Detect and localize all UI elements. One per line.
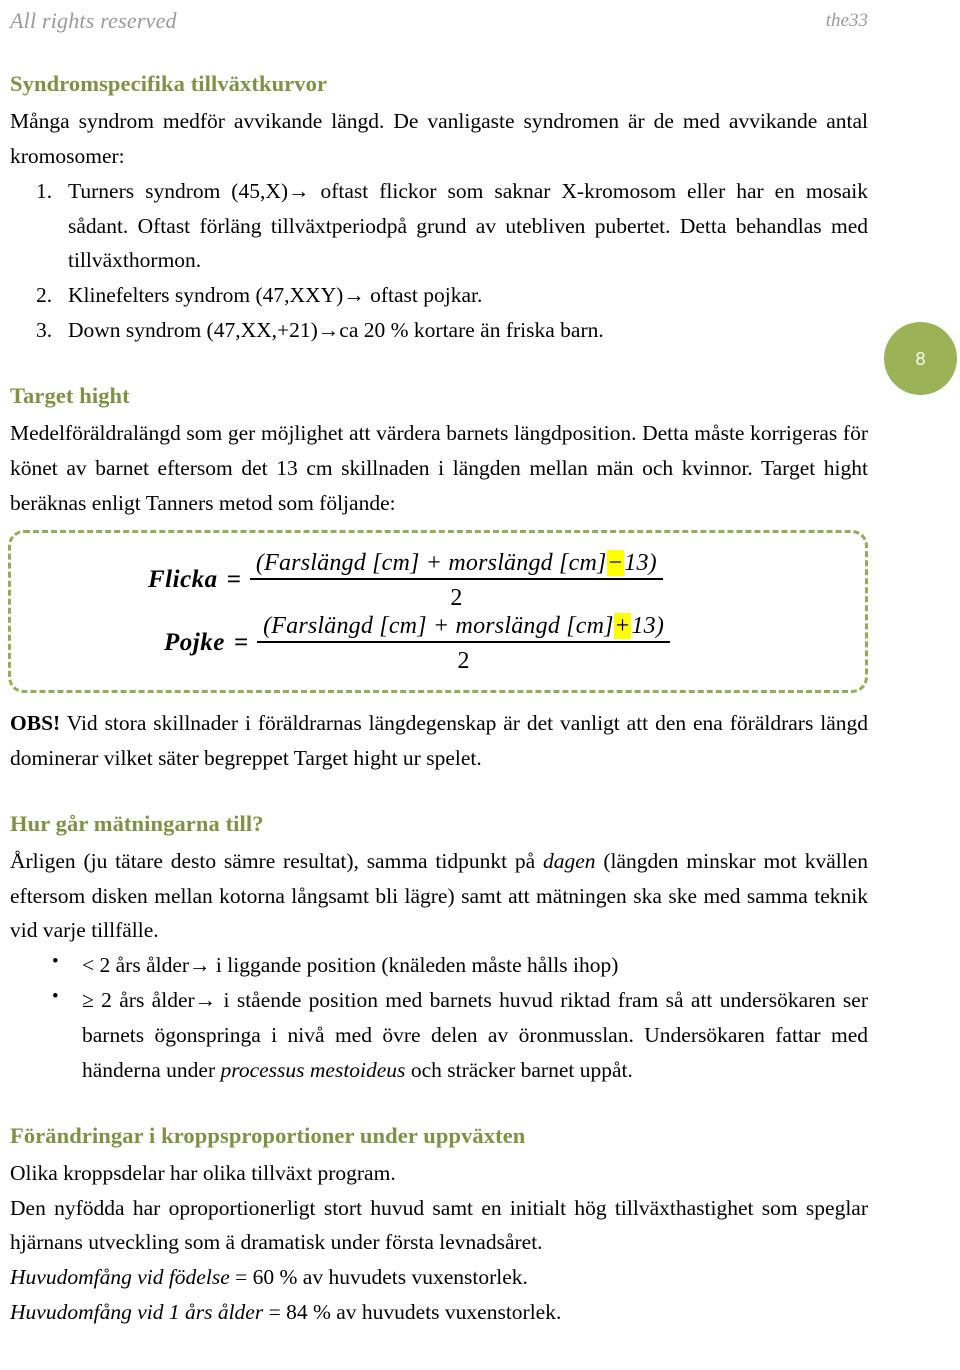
fact-birth-label: Huvudomfång vid födelse xyxy=(10,1265,230,1290)
list-item: Klinefelters syndrom (47,XXY)→ oftast po… xyxy=(36,278,483,313)
document-content: Syndromspecifika tillväxtkurvor Många sy… xyxy=(10,70,868,521)
formula-fraction-girl: (Farslängd [cm] + morslängd [cm]−13) 2 xyxy=(249,549,663,611)
numerator-sign-girl: − xyxy=(606,549,625,576)
obs-label: OBS! xyxy=(10,711,61,735)
bullet2-italic: processus mestoideus xyxy=(220,1057,406,1082)
syndrome-numbered-list: Turners syndrom (45,X)→ oftast flickor s… xyxy=(10,174,868,348)
paragraph-fact-birth: Huvudomfång vid födelse = 60 % av huvude… xyxy=(10,1260,868,1295)
paragraph-fact-1year: Huvudomfång vid 1 års ålder = 84 % av hu… xyxy=(10,1295,868,1330)
page-number-value: 8 xyxy=(915,348,926,369)
formula-row-girl: Flicka = (Farslängd [cm] + morslängd [cm… xyxy=(148,549,868,611)
header-left-text: All rights reserved xyxy=(10,8,177,33)
heading-target-hight: Target hight xyxy=(10,382,130,408)
document-content-lower: OBS! Vid stora skillnader i föräldrarnas… xyxy=(10,706,868,1330)
list-item: Turners syndrom (45,X)→ oftast flickor s… xyxy=(36,174,868,273)
page-header: All rights reserved the33 xyxy=(10,8,868,42)
list-item: Down syndrom (47,XX,+21)→ca 20 % kortare… xyxy=(36,313,604,348)
formula-denominator-boy: 2 xyxy=(457,647,470,674)
page-number-badge: 8 xyxy=(884,322,957,395)
obs-text: Vid stora skillnader i föräldrarnas läng… xyxy=(10,711,868,770)
fact-birth-value: = 60 % av huvudets vuxenstorlek. xyxy=(229,1265,528,1290)
formula-row-boy: Pojke = (Farslängd [cm] + morslängd [cm]… xyxy=(148,612,868,674)
bullet2-post: och sträcker barnet uppåt. xyxy=(405,1057,633,1082)
formula-fraction-boy: (Farslängd [cm] + morslängd [cm]+13) 2 xyxy=(257,612,671,674)
formula-label-flicka: Flicka xyxy=(148,566,218,593)
header-right-text: the33 xyxy=(825,10,868,31)
heading-syndromspecifika: Syndromspecifika tillväxtkurvor xyxy=(10,71,328,96)
paragraph-measurement: Årligen (ju tätare desto sämre resultat)… xyxy=(10,844,868,948)
formula-numerator-girl: (Farslängd [cm] + morslängd [cm]−13) xyxy=(250,549,663,578)
numerator-sign-boy: + xyxy=(613,612,632,639)
document-page: All rights reserved the33 8 Syndromspeci… xyxy=(0,0,960,1370)
formula-block: Flicka = (Farslängd [cm] + morslängd [cm… xyxy=(8,530,868,693)
numerator-post-boy: 13) xyxy=(631,612,665,639)
paragraph-syndrome-intro: Många syndrom medför avvikande längd. De… xyxy=(10,109,868,168)
list-item: ≥ 2 års ålder→ i stående position med ba… xyxy=(52,982,868,1087)
fact-1year-label: Huvudomfång vid 1 års ålder xyxy=(10,1300,264,1325)
measurement-text-pre: Årligen (ju tätare desto sämre resultat)… xyxy=(10,848,543,873)
formula-denominator-girl: 2 xyxy=(450,584,463,611)
heading-forandringar-kroppsproportioner: Förändringar i kroppsproportioner under … xyxy=(10,1122,526,1148)
numerator-pre-girl: (Farslängd [cm] + morslängd [cm] xyxy=(255,549,607,576)
formula-numerator-boy: (Farslängd [cm] + morslängd [cm]+13) xyxy=(257,612,670,641)
formula-equals-girl: = xyxy=(226,566,241,593)
heading-hur-gar-matningarna: Hur går mätningarna till? xyxy=(10,810,264,836)
formula-label-pojke: Pojke xyxy=(164,629,225,656)
paragraph-proportions-2: Den nyfödda har oproportionerligt stort … xyxy=(10,1195,868,1255)
formula-equals-boy: = xyxy=(233,629,249,656)
numerator-post-girl: 13) xyxy=(624,549,657,576)
measurement-text-italic: dagen xyxy=(542,848,596,873)
fact-1year-value: = 84 % av huvudets vuxenstorlek. xyxy=(263,1300,562,1325)
list-item: < 2 års ålder→ i liggande position (knäl… xyxy=(52,947,868,983)
paragraph-obs: OBS! Vid stora skillnader i föräldrarnas… xyxy=(10,706,868,776)
measurement-bullet-list: < 2 års ålder→ i liggande position (knäl… xyxy=(10,947,868,1087)
paragraph-proportions-1: Olika kroppsdelar har olika tillväxt pro… xyxy=(10,1160,396,1185)
paragraph-target-hight: Medelföräldralängd som ger möjlighet att… xyxy=(10,421,868,515)
numerator-pre-boy: (Farslängd [cm] + morslängd [cm] xyxy=(263,612,614,639)
